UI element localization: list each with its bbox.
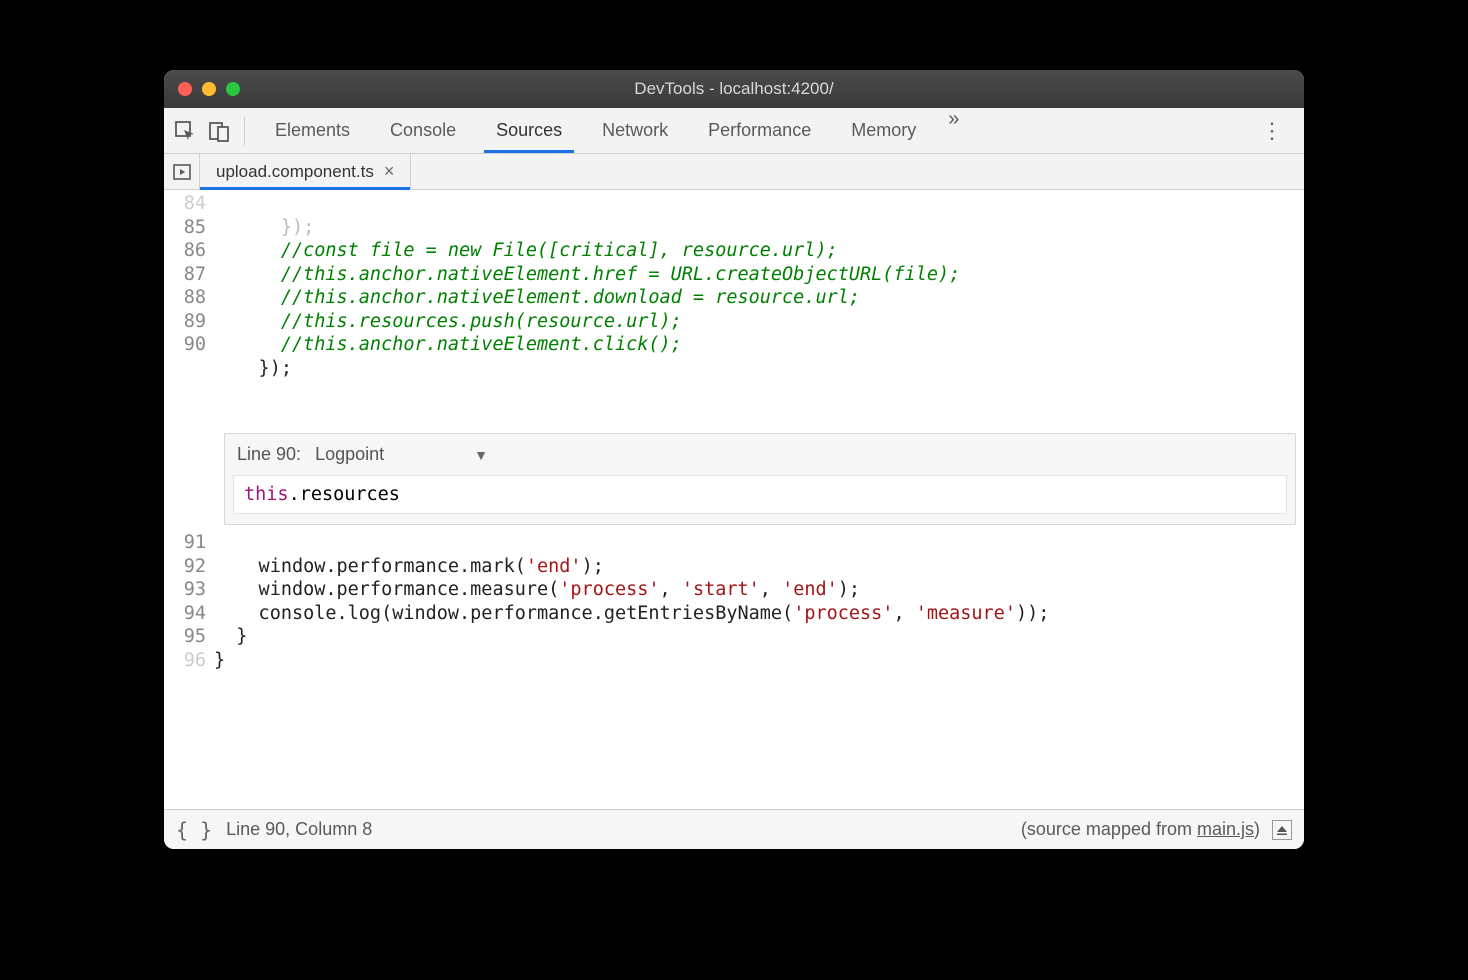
device-toolbar-icon[interactable] [208,120,230,142]
breakpoint-editor: Line 90: Logpoint▼ this.resources [224,433,1296,525]
tab-console[interactable]: Console [370,108,476,153]
tab-sources[interactable]: Sources [476,108,582,153]
logpoint-expression-input[interactable]: this.resources [233,475,1287,514]
devtools-window: DevTools - localhost:4200/ Elements Cons… [164,70,1304,849]
line-gutter[interactable]: 919293949596 [164,531,214,719]
cursor-position: Line 90, Column 8 [226,819,372,840]
panel-tabs: Elements Console Sources Network Perform… [255,108,971,153]
source-map-link[interactable]: main.js [1197,819,1254,839]
code-lines-bottom[interactable]: window.performance.mark('end'); window.p… [214,531,1304,719]
tab-performance[interactable]: Performance [688,108,831,153]
titlebar[interactable]: DevTools - localhost:4200/ [164,70,1304,108]
file-tab-label: upload.component.ts [216,162,374,182]
breakpoint-type-select[interactable]: Logpoint▼ [309,444,488,465]
pretty-print-button[interactable]: { } [176,818,226,842]
editor-whitespace[interactable] [164,719,1304,809]
more-tabs-button[interactable]: » [936,108,971,153]
logpoint-line-label: Line 90: [237,444,301,465]
line-gutter[interactable]: 84858687888990 [164,190,214,427]
source-map-info: (source mapped from main.js) [1021,819,1260,840]
window-title: DevTools - localhost:4200/ [164,79,1304,99]
code-editor-continued[interactable]: 919293949596 window.performance.mark('en… [164,531,1304,719]
inspect-element-icon[interactable] [174,120,196,142]
tab-network[interactable]: Network [582,108,688,153]
close-tab-icon[interactable]: × [384,161,395,182]
show-drawer-button[interactable] [1272,820,1292,840]
code-lines-top[interactable]: }); //const file = new File([critical], … [214,190,1304,427]
file-tab-upload-component[interactable]: upload.component.ts × [200,154,411,189]
tab-memory[interactable]: Memory [831,108,936,153]
devtools-toolbar: Elements Console Sources Network Perform… [164,108,1304,154]
file-tab-bar: upload.component.ts × [164,154,1304,190]
status-bar: { } Line 90, Column 8 (source mapped fro… [164,809,1304,849]
navigator-toggle-button[interactable] [164,154,200,189]
chevron-down-icon: ▼ [474,447,488,463]
code-editor[interactable]: 84858687888990 }); //const file = new Fi… [164,190,1304,427]
tab-elements[interactable]: Elements [255,108,370,153]
settings-menu-button[interactable]: ⋮ [1251,118,1294,144]
